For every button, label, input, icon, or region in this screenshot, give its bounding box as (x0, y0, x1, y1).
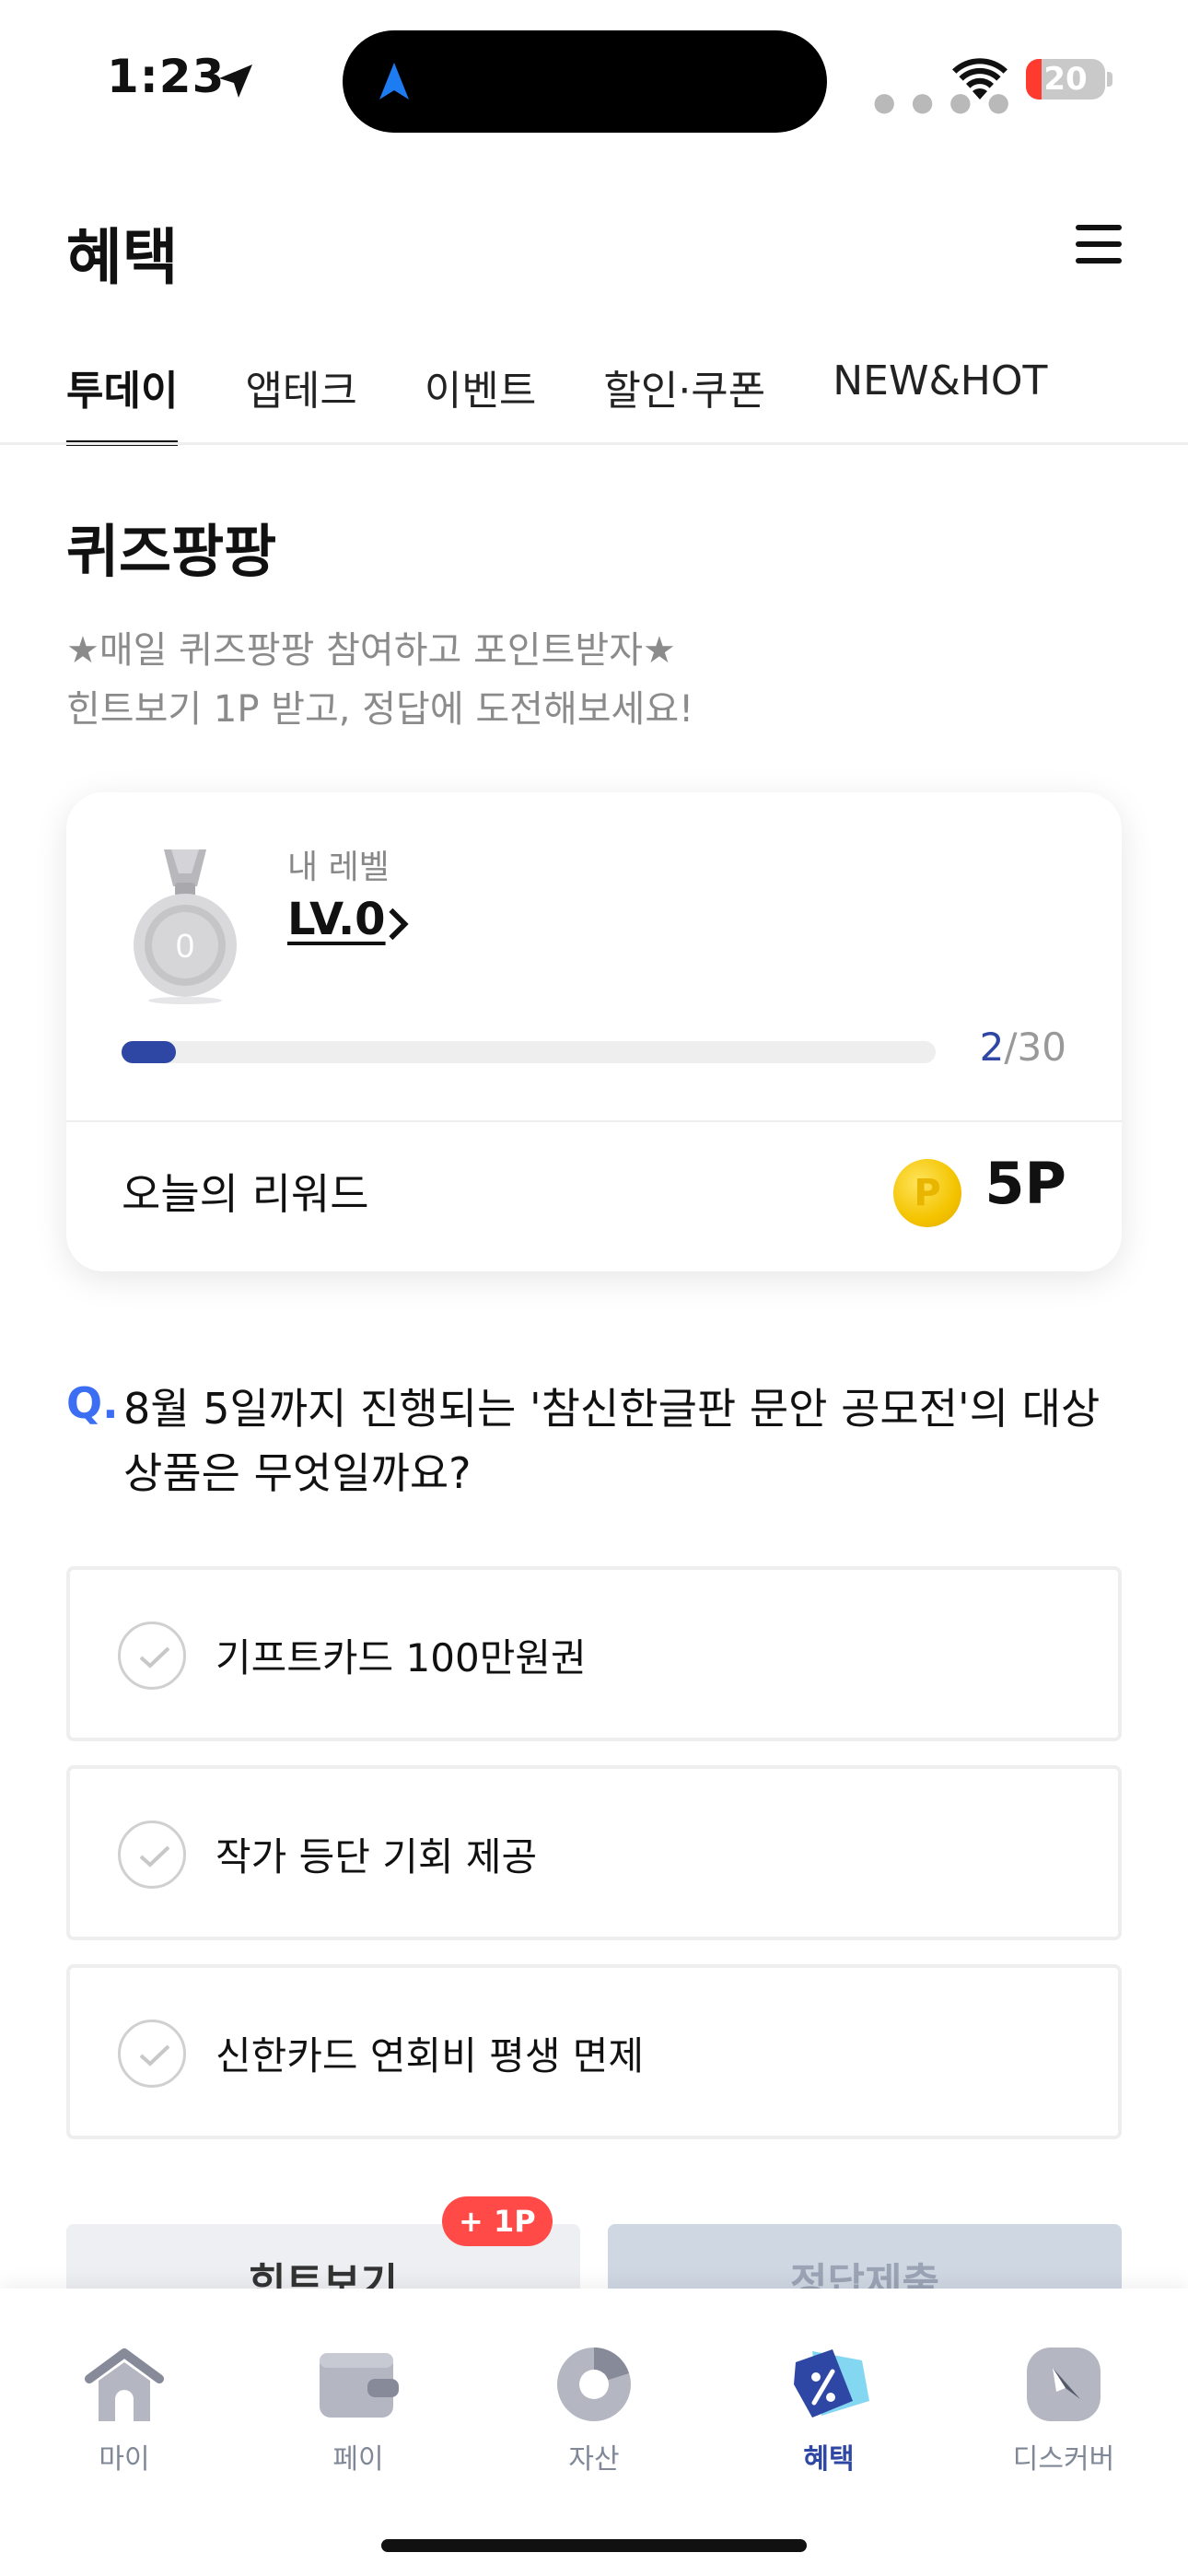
hint-point-badge: + 1P (442, 2196, 553, 2246)
answer-option-label: 작가 등단 기회 제공 (215, 1834, 538, 1879)
tab-today[interactable]: 투데이 (66, 357, 179, 446)
navigation-arrow-icon (379, 63, 409, 100)
check-circle-icon (118, 2020, 186, 2088)
reward-label: 오늘의 리워드 (122, 1169, 369, 1219)
tabbar-label: 자산 (568, 2443, 620, 2476)
quiz-desc-line2: 힌트보기 1P 받고, 정답에 도전해보세요! (66, 688, 694, 731)
quiz-title: 퀴즈팡팡 (66, 518, 277, 585)
progress-current: 2 (979, 1025, 1005, 1070)
level-value[interactable]: LV.0 (287, 894, 386, 945)
medal-icon: 0 (134, 849, 237, 1004)
battery-icon: 20 (1026, 59, 1105, 100)
question-text: 8월 5일까지 진행되는 '참신한글판 문안 공모전'의 대상 상품은 무엇일까… (123, 1384, 1101, 1498)
pie-chart-icon (557, 2348, 631, 2421)
card-divider (66, 1120, 1122, 1122)
tab-new-hot[interactable]: NEW&HOT (833, 357, 1047, 446)
house-icon (85, 2348, 164, 2421)
tabbar-item-assets[interactable]: 자산 (520, 2344, 668, 2476)
tab-event[interactable]: 이벤트 (425, 357, 536, 446)
tab-apptech[interactable]: 앱테크 (245, 357, 356, 446)
battery-percent: 20 (1043, 61, 1088, 98)
medal-number: 0 (176, 927, 194, 965)
answer-option-label: 신한카드 연회비 평생 면제 (215, 2033, 645, 2078)
level-progress-fill (122, 1041, 176, 1063)
reward-value: 5P (984, 1150, 1066, 1217)
question-mark-label: Q. (66, 1378, 119, 1428)
level-card: 0 내 레벨 LV.0 2/30 오늘의 리워드 P 5P (66, 792, 1122, 1271)
level-progress-bar (122, 1041, 936, 1063)
tabbar-item-pay[interactable]: 페이 (285, 2344, 432, 2476)
tab-divider (0, 442, 1188, 445)
wallet-icon (320, 2353, 399, 2418)
tabbar-label: 혜택 (803, 2443, 855, 2476)
home-indicator (381, 2539, 807, 2552)
tab-discount-coupon[interactable]: 할인·쿠폰 (603, 357, 765, 446)
tabbar-label: 페이 (332, 2443, 384, 2476)
page-title: 혜택 (66, 222, 179, 293)
level-progress-count: 2/30 (980, 1025, 1066, 1070)
bottom-tab-bar: 마이 페이 자산 혜택 디스커버 (0, 2289, 1188, 2576)
wifi-icon (952, 58, 1007, 100)
battery-cap (1107, 72, 1112, 87)
check-circle-icon (118, 1622, 186, 1690)
progress-total: /30 (1004, 1025, 1066, 1070)
benefit-tag-icon (794, 2349, 869, 2418)
hamburger-menu-icon[interactable] (1076, 225, 1122, 263)
quiz-description: ★매일 퀴즈팡팡 참여하고 포인트받자★ 힌트보기 1P 받고, 정답에 도전해… (66, 621, 693, 739)
coin-letter: P (914, 1172, 941, 1214)
status-bar: 1:23 ● ● ● ● 20 (0, 0, 1188, 157)
answer-option-label: 기프트카드 100만원권 (215, 1635, 587, 1680)
quiz-desc-line1: ★매일 퀴즈팡팡 참여하고 포인트받자★ (66, 629, 676, 672)
tabbar-label: 마이 (99, 2443, 150, 2476)
tabbar-item-benefit[interactable]: 혜택 (755, 2344, 903, 2476)
answer-option-2[interactable]: 작가 등단 기회 제공 (66, 1765, 1122, 1940)
answer-option-1[interactable]: 기프트카드 100만원권 (66, 1566, 1122, 1741)
category-tabs: 투데이 앱테크 이벤트 할인·쿠폰 NEW&HOT (66, 357, 1114, 446)
answer-option-3[interactable]: 신한카드 연회비 평생 면제 (66, 1964, 1122, 2139)
compass-icon (1027, 2348, 1101, 2421)
tabbar-item-discover[interactable]: 디스커버 (990, 2344, 1137, 2476)
point-coin-icon: P (893, 1159, 961, 1227)
check-circle-icon (118, 1821, 186, 1889)
tabbar-label: 디스커버 (1012, 2443, 1115, 2476)
tabbar-item-my[interactable]: 마이 (51, 2344, 198, 2476)
chevron-right-icon[interactable] (385, 907, 411, 942)
status-time: 1:23 (107, 50, 226, 103)
location-arrow-icon (219, 64, 252, 98)
level-label: 내 레벨 (287, 849, 390, 886)
